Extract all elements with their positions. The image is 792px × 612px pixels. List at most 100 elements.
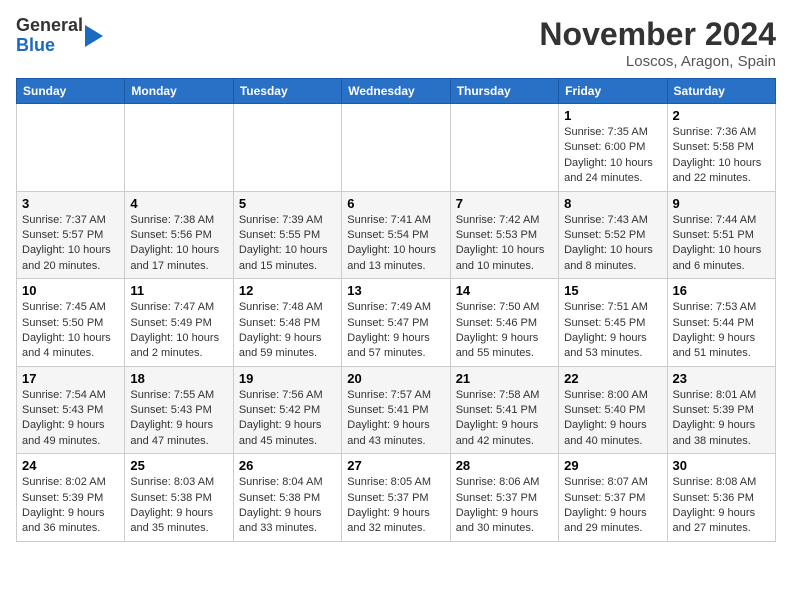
- calendar-cell: 18 Sunrise: 7:55 AM Sunset: 5:43 PM Dayli…: [125, 366, 233, 454]
- day-number: 1: [564, 108, 661, 123]
- day-info: Sunrise: 7:50 AM Sunset: 5:46 PM Dayligh…: [456, 300, 553, 362]
- day-number: 27: [347, 458, 444, 473]
- calendar-header: SundayMondayTuesdayWednesdayThursdayFrid…: [17, 79, 776, 104]
- calendar-cell: [450, 104, 558, 192]
- calendar-cell: 30 Sunrise: 8:08 AM Sunset: 5:36 PM Dayli…: [667, 454, 775, 542]
- calendar-cell: 15Sunrise: 7:51 AM Sunset: 5:45 PM Dayli…: [559, 279, 667, 367]
- calendar-cell: 11 Sunrise: 7:47 AM Sunset: 5:49 PM Dayli…: [125, 279, 233, 367]
- day-number: 28: [456, 458, 553, 473]
- weekday-header: Saturday: [667, 79, 775, 104]
- day-number: 24: [22, 458, 119, 473]
- logo: General Blue: [16, 16, 103, 56]
- calendar-week-row: 3 Sunrise: 7:37 AM Sunset: 5:57 PM Daylig…: [17, 191, 776, 279]
- day-info: Sunrise: 7:36 AM Sunset: 5:58 PM Dayligh…: [673, 125, 770, 187]
- day-info: Sunrise: 7:56 AM Sunset: 5:42 PM Dayligh…: [239, 388, 336, 450]
- calendar-cell: 23 Sunrise: 8:01 AM Sunset: 5:39 PM Dayli…: [667, 366, 775, 454]
- day-number: 30: [673, 458, 770, 473]
- day-info: Sunrise: 7:47 AM Sunset: 5:49 PM Dayligh…: [130, 300, 227, 362]
- calendar-cell: 26 Sunrise: 8:04 AM Sunset: 5:38 PM Dayli…: [233, 454, 341, 542]
- day-number: 15: [564, 283, 661, 298]
- calendar-cell: 29 Sunrise: 8:07 AM Sunset: 5:37 PM Dayli…: [559, 454, 667, 542]
- day-info: Sunrise: 7:41 AM Sunset: 5:54 PM Dayligh…: [347, 213, 444, 275]
- day-number: 4: [130, 196, 227, 211]
- logo-text: General Blue: [16, 16, 83, 56]
- day-info: Sunrise: 7:54 AM Sunset: 5:43 PM Dayligh…: [22, 388, 119, 450]
- day-number: 29: [564, 458, 661, 473]
- day-info: Sunrise: 8:07 AM Sunset: 5:37 PM Dayligh…: [564, 475, 661, 537]
- calendar-cell: 20 Sunrise: 7:57 AM Sunset: 5:41 PM Dayli…: [342, 366, 450, 454]
- logo-arrow-icon: [85, 25, 103, 47]
- calendar-cell: 14 Sunrise: 7:50 AM Sunset: 5:46 PM Dayli…: [450, 279, 558, 367]
- weekday-header: Sunday: [17, 79, 125, 104]
- day-info: Sunrise: 7:55 AM Sunset: 5:43 PM Dayligh…: [130, 388, 227, 450]
- day-info: Sunrise: 8:01 AM Sunset: 5:39 PM Dayligh…: [673, 388, 770, 450]
- calendar-cell: 9Sunrise: 7:44 AM Sunset: 5:51 PM Daylig…: [667, 191, 775, 279]
- calendar-cell: 16Sunrise: 7:53 AM Sunset: 5:44 PM Dayli…: [667, 279, 775, 367]
- calendar-cell: 28 Sunrise: 8:06 AM Sunset: 5:37 PM Dayli…: [450, 454, 558, 542]
- calendar-cell: 25 Sunrise: 8:03 AM Sunset: 5:38 PM Dayli…: [125, 454, 233, 542]
- calendar-cell: 13 Sunrise: 7:49 AM Sunset: 5:47 PM Dayli…: [342, 279, 450, 367]
- day-info: Sunrise: 8:06 AM Sunset: 5:37 PM Dayligh…: [456, 475, 553, 537]
- calendar-week-row: 10Sunrise: 7:45 AM Sunset: 5:50 PM Dayli…: [17, 279, 776, 367]
- day-number: 23: [673, 371, 770, 386]
- day-info: Sunrise: 7:38 AM Sunset: 5:56 PM Dayligh…: [130, 213, 227, 275]
- day-number: 2: [673, 108, 770, 123]
- day-info: Sunrise: 8:00 AM Sunset: 5:40 PM Dayligh…: [564, 388, 661, 450]
- calendar-cell: 5 Sunrise: 7:39 AM Sunset: 5:55 PM Daylig…: [233, 191, 341, 279]
- calendar-cell: 6 Sunrise: 7:41 AM Sunset: 5:54 PM Daylig…: [342, 191, 450, 279]
- day-info: Sunrise: 7:48 AM Sunset: 5:48 PM Dayligh…: [239, 300, 336, 362]
- weekday-header: Tuesday: [233, 79, 341, 104]
- day-number: 26: [239, 458, 336, 473]
- calendar-cell: 4 Sunrise: 7:38 AM Sunset: 5:56 PM Daylig…: [125, 191, 233, 279]
- day-info: Sunrise: 7:49 AM Sunset: 5:47 PM Dayligh…: [347, 300, 444, 362]
- weekday-header: Wednesday: [342, 79, 450, 104]
- day-number: 9: [673, 196, 770, 211]
- calendar-body: 1Sunrise: 7:35 AM Sunset: 6:00 PM Daylig…: [17, 104, 776, 542]
- day-info: Sunrise: 7:53 AM Sunset: 5:44 PM Dayligh…: [673, 300, 770, 362]
- month-title: November 2024: [539, 16, 776, 53]
- day-number: 7: [456, 196, 553, 211]
- day-number: 8: [564, 196, 661, 211]
- calendar-cell: 10Sunrise: 7:45 AM Sunset: 5:50 PM Dayli…: [17, 279, 125, 367]
- calendar-cell: 22Sunrise: 8:00 AM Sunset: 5:40 PM Dayli…: [559, 366, 667, 454]
- calendar-cell: 1Sunrise: 7:35 AM Sunset: 6:00 PM Daylig…: [559, 104, 667, 192]
- day-number: 18: [130, 371, 227, 386]
- day-number: 13: [347, 283, 444, 298]
- calendar-cell: [17, 104, 125, 192]
- day-info: Sunrise: 8:05 AM Sunset: 5:37 PM Dayligh…: [347, 475, 444, 537]
- title-block: November 2024 Loscos, Aragon, Spain: [539, 16, 776, 70]
- calendar-cell: 27 Sunrise: 8:05 AM Sunset: 5:37 PM Dayli…: [342, 454, 450, 542]
- day-info: Sunrise: 8:08 AM Sunset: 5:36 PM Dayligh…: [673, 475, 770, 537]
- weekday-header: Thursday: [450, 79, 558, 104]
- day-info: Sunrise: 7:57 AM Sunset: 5:41 PM Dayligh…: [347, 388, 444, 450]
- page-header: General Blue November 2024 Loscos, Arago…: [16, 16, 776, 70]
- day-info: Sunrise: 7:39 AM Sunset: 5:55 PM Dayligh…: [239, 213, 336, 275]
- calendar-week-row: 1Sunrise: 7:35 AM Sunset: 6:00 PM Daylig…: [17, 104, 776, 192]
- day-number: 11: [130, 283, 227, 298]
- day-info: Sunrise: 8:04 AM Sunset: 5:38 PM Dayligh…: [239, 475, 336, 537]
- calendar-cell: 2 Sunrise: 7:36 AM Sunset: 5:58 PM Daylig…: [667, 104, 775, 192]
- calendar-cell: 12 Sunrise: 7:48 AM Sunset: 5:48 PM Dayli…: [233, 279, 341, 367]
- weekday-header: Friday: [559, 79, 667, 104]
- calendar-cell: 7Sunrise: 7:42 AM Sunset: 5:53 PM Daylig…: [450, 191, 558, 279]
- day-info: Sunrise: 8:03 AM Sunset: 5:38 PM Dayligh…: [130, 475, 227, 537]
- day-number: 3: [22, 196, 119, 211]
- calendar-cell: 8Sunrise: 7:43 AM Sunset: 5:52 PM Daylig…: [559, 191, 667, 279]
- day-info: Sunrise: 8:02 AM Sunset: 5:39 PM Dayligh…: [22, 475, 119, 537]
- day-number: 25: [130, 458, 227, 473]
- calendar-cell: [125, 104, 233, 192]
- day-number: 19: [239, 371, 336, 386]
- calendar-week-row: 24 Sunrise: 8:02 AM Sunset: 5:39 PM Dayli…: [17, 454, 776, 542]
- day-info: Sunrise: 7:37 AM Sunset: 5:57 PM Dayligh…: [22, 213, 119, 275]
- calendar-cell: 3 Sunrise: 7:37 AM Sunset: 5:57 PM Daylig…: [17, 191, 125, 279]
- day-number: 5: [239, 196, 336, 211]
- weekday-header: Monday: [125, 79, 233, 104]
- day-number: 6: [347, 196, 444, 211]
- calendar-table: SundayMondayTuesdayWednesdayThursdayFrid…: [16, 78, 776, 542]
- calendar-cell: 21Sunrise: 7:58 AM Sunset: 5:41 PM Dayli…: [450, 366, 558, 454]
- day-number: 12: [239, 283, 336, 298]
- day-info: Sunrise: 7:58 AM Sunset: 5:41 PM Dayligh…: [456, 388, 553, 450]
- day-number: 14: [456, 283, 553, 298]
- calendar-week-row: 17Sunrise: 7:54 AM Sunset: 5:43 PM Dayli…: [17, 366, 776, 454]
- day-number: 20: [347, 371, 444, 386]
